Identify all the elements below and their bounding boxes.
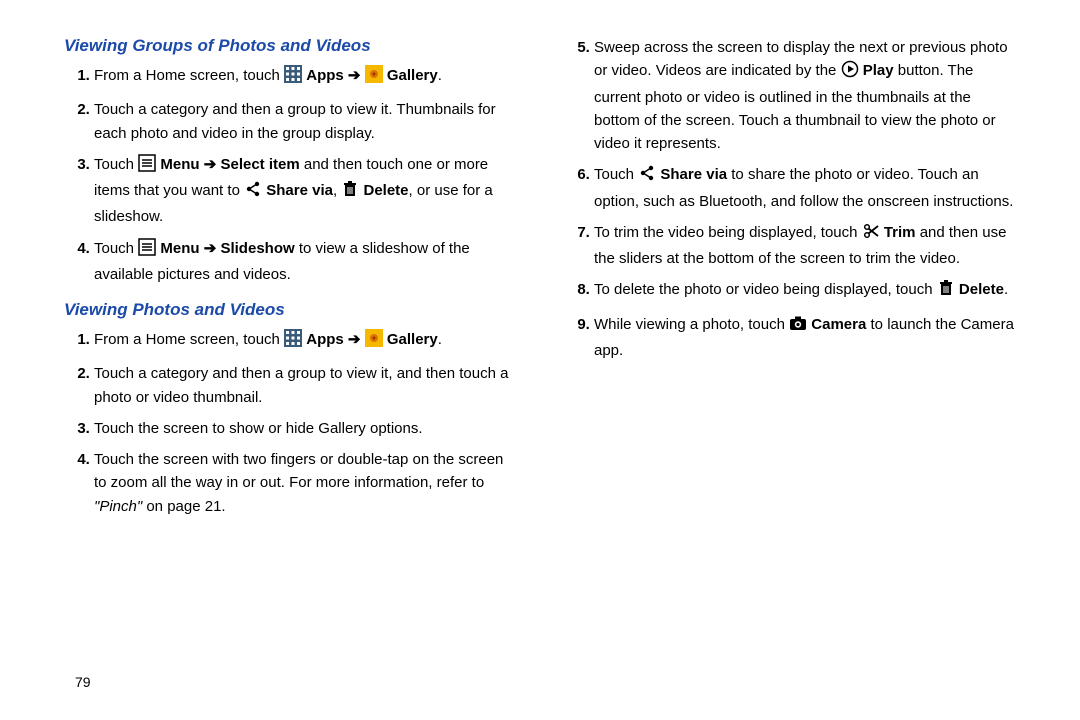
text: . [1004,281,1008,298]
list-item: Touch Share via to share the photo or vi… [594,163,1016,213]
arrow: ➔ [204,156,221,173]
gallery-icon [365,329,383,354]
play-icon [841,60,859,85]
delete-label: Delete [363,182,408,199]
menu-icon [138,154,156,179]
list-item: Touch the screen to show or hide Gallery… [94,417,516,440]
pinch-reference: "Pinch" [94,498,142,515]
share-via-label: Share via [266,182,333,199]
trim-label: Trim [884,224,916,241]
gallery-icon [365,65,383,90]
slideshow-label: Slideshow [220,240,294,257]
menu-label: Menu [160,156,199,173]
list-item: Touch Menu ➔ Select item and then touch … [94,153,516,229]
arrow: ➔ [204,240,221,257]
text: Touch the screen with two fingers or dou… [94,451,503,491]
scissors-icon [862,222,880,247]
apps-label: Apps [306,67,344,84]
text: Touch [94,240,138,257]
gallery-label: Gallery [387,67,438,84]
heading-viewing-photos: Viewing Photos and Videos [64,300,516,320]
text: While viewing a photo, touch [594,316,789,333]
page: Viewing Groups of Photos and Videos From… [0,0,1080,720]
list-item: To delete the photo or video being displ… [594,278,1016,304]
gallery-label: Gallery [387,331,438,348]
text: To delete the photo or video being displ… [594,281,937,298]
text: From a Home screen, touch [94,331,284,348]
arrow: ➔ [348,331,365,348]
text: . [438,67,442,84]
apps-grid-icon [284,65,302,90]
list-item: Touch Menu ➔ Slideshow to view a slidesh… [94,237,516,287]
right-column: Sweep across the screen to display the n… [540,36,1040,700]
list-viewing-groups: From a Home screen, touch Apps ➔ Gallery… [64,64,516,286]
text: to share the photo or video. Touch an op… [594,166,1013,209]
share-via-label: Share via [660,166,727,183]
camera-label: Camera [811,316,866,333]
trash-icon [937,279,955,304]
list-item: From a Home screen, touch Apps ➔ Gallery… [94,328,516,354]
text: on page 21. [142,498,225,515]
text: Touch [594,166,638,183]
list-item: Sweep across the screen to display the n… [594,36,1016,155]
delete-label: Delete [959,281,1004,298]
list-item: From a Home screen, touch Apps ➔ Gallery… [94,64,516,90]
left-column: Viewing Groups of Photos and Videos From… [40,36,540,700]
list-item: To trim the video being displayed, touch… [594,221,1016,271]
list-item: Touch a category and then a group to vie… [94,98,516,145]
list-item: Touch the screen with two fingers or dou… [94,448,516,518]
list-continued: Sweep across the screen to display the n… [564,36,1016,362]
trash-icon [341,180,359,205]
share-icon [638,164,656,189]
text: From a Home screen, touch [94,67,284,84]
arrow: ➔ [348,67,365,84]
camera-icon [789,314,807,339]
apps-label: Apps [306,331,344,348]
list-viewing-photos: From a Home screen, touch Apps ➔ Gallery… [64,328,516,518]
heading-viewing-groups: Viewing Groups of Photos and Videos [64,36,516,56]
list-item: While viewing a photo, touch Camera to l… [594,313,1016,363]
text: To trim the video being displayed, touch [594,224,862,241]
text: . [438,331,442,348]
list-item: Touch a category and then a group to vie… [94,362,516,409]
text: , [333,182,341,199]
menu-icon [138,238,156,263]
play-label: Play [863,62,894,79]
apps-grid-icon [284,329,302,354]
menu-label: Menu [160,240,199,257]
text: Touch [94,156,138,173]
page-number: 79 [75,674,91,690]
select-item-label: Select item [220,156,299,173]
share-icon [244,180,262,205]
